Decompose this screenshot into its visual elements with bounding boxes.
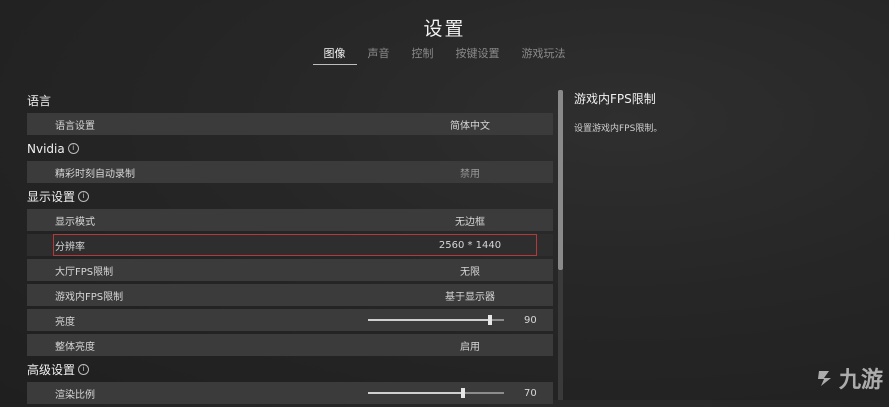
brightness-slider[interactable]	[368, 315, 504, 325]
section-title: Nvidia	[27, 141, 65, 156]
description-panel: 游戏内FPS限制 设置游戏内FPS限制。	[574, 90, 874, 134]
section-advanced: 高级设置 i	[27, 359, 553, 380]
watermark-text: 九游	[838, 368, 883, 393]
setting-value[interactable]: 禁用	[357, 165, 583, 180]
section-nvidia: Nvidia i	[27, 138, 553, 159]
tab-bar: 图像 声音 控制 按键设置 游戏玩法	[0, 45, 889, 65]
setting-resolution[interactable]: 分辨率 2560 * 1440	[27, 234, 553, 256]
description-title: 游戏内FPS限制	[574, 92, 656, 106]
section-display: 显示设置 i	[27, 186, 553, 207]
page-title: 设置	[423, 18, 466, 40]
setting-render-scale[interactable]: 渲染比例 70	[27, 382, 553, 404]
slider-handle[interactable]	[488, 315, 493, 325]
setting-label: 整体亮度	[55, 341, 95, 353]
setting-label: 亮度	[55, 316, 75, 328]
setting-value[interactable]: 基于显示器	[357, 288, 583, 303]
setting-label: 渲染比例	[55, 389, 95, 401]
slider-fill	[368, 392, 464, 394]
setting-value[interactable]: 简体中文	[357, 117, 583, 132]
info-icon[interactable]: i	[78, 191, 90, 202]
setting-lobby-fps[interactable]: 大厅FPS限制 无限	[27, 259, 553, 281]
setting-brightness[interactable]: 亮度 90	[27, 309, 553, 331]
setting-value[interactable]: 无边框	[357, 213, 583, 228]
info-icon[interactable]: i	[78, 364, 90, 375]
render-scale-slider[interactable]	[368, 388, 504, 398]
tab-keybindings[interactable]: 按键设置	[445, 45, 511, 65]
setting-display-mode[interactable]: 显示模式 无边框	[27, 209, 553, 231]
tab-sound[interactable]: 声音	[357, 45, 401, 65]
tab-gameplay[interactable]: 游戏玩法	[511, 45, 577, 65]
section-title: 显示设置	[27, 190, 76, 204]
nine-game-logo-icon	[817, 371, 831, 386]
setting-label: 游戏内FPS限制	[55, 291, 124, 303]
slider-value: 90	[524, 314, 537, 326]
scrollbar[interactable]	[558, 90, 563, 400]
setting-label: 分辨率	[55, 241, 85, 253]
scrollbar-thumb[interactable]	[558, 90, 563, 270]
slider-value: 70	[524, 387, 537, 399]
setting-value[interactable]: 2560 * 1440	[357, 240, 583, 251]
section-title: 语言	[27, 94, 52, 108]
slider-handle[interactable]	[461, 388, 466, 398]
tab-control[interactable]: 控制	[401, 45, 445, 65]
setting-label: 精彩时刻自动录制	[55, 168, 135, 180]
setting-language[interactable]: 语言设置 简体中文	[27, 113, 553, 135]
info-icon[interactable]: i	[67, 143, 79, 154]
setting-highlights[interactable]: 精彩时刻自动录制 禁用	[27, 161, 553, 183]
section-title: 高级设置	[27, 363, 76, 377]
setting-label: 大厅FPS限制	[55, 266, 114, 278]
setting-overall-brightness[interactable]: 整体亮度 启用	[27, 334, 553, 356]
setting-ingame-fps[interactable]: 游戏内FPS限制 基于显示器	[27, 284, 553, 306]
tab-graphics[interactable]: 图像	[312, 45, 357, 65]
section-language: 语言	[27, 90, 553, 111]
description-text: 设置游戏内FPS限制。	[574, 124, 663, 134]
setting-label: 语言设置	[55, 120, 95, 132]
setting-value[interactable]: 无限	[357, 263, 583, 278]
setting-label: 显示模式	[55, 216, 95, 228]
watermark-logo: 九游	[815, 362, 883, 394]
setting-value[interactable]: 启用	[357, 338, 583, 353]
slider-fill	[368, 319, 491, 321]
settings-list: 语言 语言设置 简体中文 Nvidia i 精彩时刻自动录制 禁用 显示设置 i…	[27, 90, 553, 407]
